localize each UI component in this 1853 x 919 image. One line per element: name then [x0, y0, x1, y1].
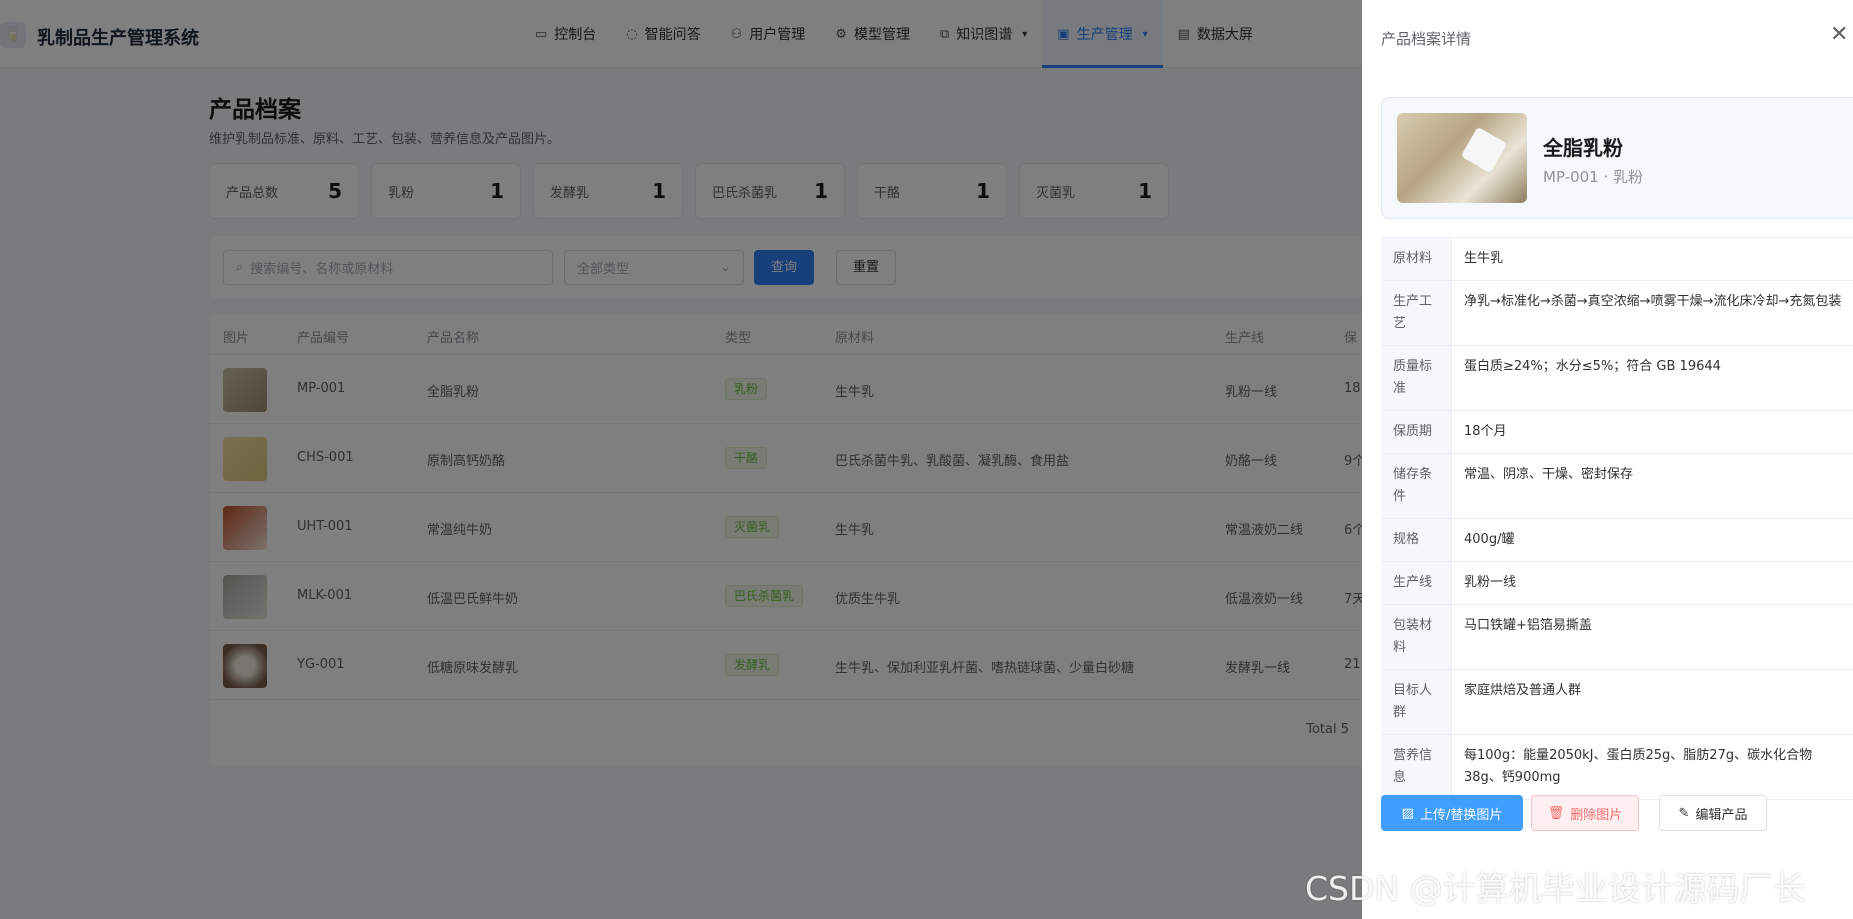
detail-label: 包装材料	[1381, 605, 1452, 669]
detail-value: 蛋白质≥24%；水分≤5%；符合 GB 19644	[1464, 359, 1721, 374]
detail-row: 生产线 乳粉一线	[1381, 562, 1853, 605]
product-detail-drawer: 产品档案详情 ✕ 全脂乳粉 MP-001 · 乳粉 原材料 生牛乳 生产工艺 净乳→…	[1362, 0, 1853, 919]
detail-value: 常温、阴凉、干燥、密封保存	[1464, 467, 1634, 482]
watermark: CSDN @计算机毕业设计源码厂长	[1305, 869, 1806, 908]
product-name: 全脂乳粉	[1543, 136, 1623, 160]
detail-row: 营养信息 每100g：能量2050kJ、蛋白质25g、脂肪27g、碳水化合物38g…	[1381, 735, 1853, 800]
detail-value: 400g/罐	[1464, 532, 1515, 547]
detail-value: 净乳→标准化→杀菌→真空浓缩→喷雾干燥→流化床冷却→充氮包装	[1464, 294, 1842, 309]
delete-label: 删除图片	[1570, 807, 1623, 823]
product-meta: MP-001 · 乳粉	[1543, 168, 1644, 186]
detail-value: 每100g：能量2050kJ、蛋白质25g、脂肪27g、碳水化合物38g、钙90…	[1464, 748, 1813, 785]
detail-label: 质量标准	[1381, 346, 1452, 410]
detail-row: 储存条件 常温、阴凉、干燥、密封保存	[1381, 454, 1853, 519]
detail-label: 原材料	[1381, 238, 1452, 280]
detail-label: 生产工艺	[1381, 281, 1452, 345]
product-summary-card: 全脂乳粉 MP-001 · 乳粉	[1381, 97, 1853, 219]
edit-icon: ✎	[1678, 805, 1690, 821]
upload-label: 上传/替换图片	[1419, 807, 1503, 823]
detail-value: 家庭烘焙及普通人群	[1464, 683, 1582, 698]
close-icon[interactable]: ✕	[1830, 22, 1848, 47]
detail-row: 生产工艺 净乳→标准化→杀菌→真空浓缩→喷雾干燥→流化床冷却→充氮包装	[1381, 281, 1853, 346]
trash-icon: 🗑	[1547, 805, 1565, 821]
detail-label: 保质期	[1381, 411, 1452, 453]
detail-label: 储存条件	[1381, 454, 1452, 518]
detail-value: 18个月	[1464, 424, 1507, 439]
detail-row: 保质期 18个月	[1381, 411, 1853, 454]
detail-value: 乳粉一线	[1464, 575, 1517, 590]
detail-label: 目标人群	[1381, 670, 1452, 734]
detail-label: 规格	[1381, 519, 1452, 561]
upload-image-button[interactable]: ▨ 上传/替换图片	[1381, 795, 1523, 831]
detail-row: 原材料 生牛乳	[1381, 238, 1853, 281]
scoop-shape	[1460, 126, 1508, 174]
image-icon: ▨	[1401, 805, 1414, 821]
product-detail-table: 原材料 生牛乳 生产工艺 净乳→标准化→杀菌→真空浓缩→喷雾干燥→流化床冷却→充氮包…	[1381, 237, 1853, 800]
detail-value: 生牛乳	[1464, 251, 1504, 266]
detail-value: 马口铁罐+铝箔易撕盖	[1464, 618, 1592, 633]
product-image	[1397, 113, 1527, 203]
delete-image-button[interactable]: 🗑 删除图片	[1531, 795, 1639, 831]
detail-label: 营养信息	[1381, 735, 1452, 799]
drawer-title: 产品档案详情	[1381, 30, 1472, 48]
detail-row: 目标人群 家庭烘焙及普通人群	[1381, 670, 1853, 735]
edit-label: 编辑产品	[1695, 807, 1748, 823]
detail-row: 质量标准 蛋白质≥24%；水分≤5%；符合 GB 19644	[1381, 346, 1853, 411]
detail-row: 规格 400g/罐	[1381, 519, 1853, 562]
detail-row: 包装材料 马口铁罐+铝箔易撕盖	[1381, 605, 1853, 670]
detail-label: 生产线	[1381, 562, 1452, 604]
edit-product-button[interactable]: ✎ 编辑产品	[1659, 795, 1767, 831]
